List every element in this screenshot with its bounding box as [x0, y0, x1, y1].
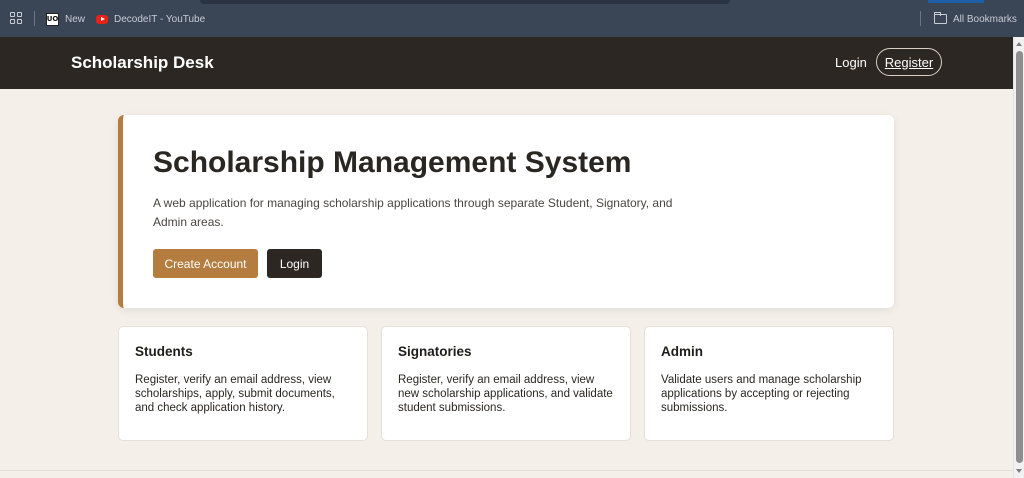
- bookmark-decodeit-youtube[interactable]: DecodeIT - YouTube: [96, 12, 205, 26]
- all-bookmarks-button[interactable]: All Bookmarks: [934, 12, 1017, 26]
- create-account-button[interactable]: Create Account: [153, 249, 258, 278]
- scroll-down-arrow-icon[interactable]: [1016, 469, 1022, 473]
- nav-register-button[interactable]: Register: [876, 48, 942, 76]
- all-bookmarks-label: All Bookmarks: [953, 13, 1017, 25]
- bookmarks-divider: [920, 11, 921, 26]
- feature-card-signatories: Signatories Register, verify an email ad…: [381, 326, 631, 441]
- feature-card-admin: Admin Validate users and manage scholars…: [644, 326, 894, 441]
- youtube-icon: [96, 14, 108, 24]
- bookmark-new[interactable]: UO New: [46, 12, 85, 26]
- profile-button-edge[interactable]: [928, 0, 984, 3]
- bookmarks-bar: UO New DecodeIT - YouTube All Bookmarks: [0, 0, 1024, 37]
- feature-text: Register, verify an email address, view …: [398, 374, 613, 414]
- page-scrollbar[interactable]: [1013, 37, 1024, 478]
- hero-title: Scholarship Management System: [153, 146, 632, 179]
- login-button[interactable]: Login: [267, 249, 322, 278]
- apps-grid-icon[interactable]: [10, 12, 22, 24]
- uo-favicon-icon: UO: [46, 12, 59, 26]
- brand-logo-text[interactable]: Scholarship Desk: [71, 53, 214, 73]
- scroll-up-arrow-icon[interactable]: [1016, 42, 1022, 46]
- folder-icon: [934, 12, 947, 24]
- feature-text: Validate users and manage scholarship ap…: [661, 374, 862, 414]
- site-header: Scholarship Desk Login Register: [0, 37, 1013, 89]
- bookmark-label: DecodeIT - YouTube: [114, 13, 206, 25]
- hero-card: Scholarship Management System A web appl…: [118, 115, 894, 308]
- tab-strip-edge: [200, 0, 730, 4]
- section-divider: [0, 470, 1013, 471]
- feature-title: Signatories: [398, 344, 472, 359]
- feature-title: Students: [135, 344, 193, 359]
- hero-description: A web application for managing scholarsh…: [153, 196, 673, 229]
- nav-login-link[interactable]: Login: [835, 55, 867, 70]
- scroll-thumb[interactable]: [1016, 51, 1023, 463]
- feature-title: Admin: [661, 344, 703, 359]
- feature-text: Register, verify an email address, view …: [135, 374, 335, 414]
- feature-card-students: Students Register, verify an email addre…: [118, 326, 368, 441]
- bookmark-label: New: [65, 13, 86, 25]
- bookmarks-divider: [34, 11, 35, 26]
